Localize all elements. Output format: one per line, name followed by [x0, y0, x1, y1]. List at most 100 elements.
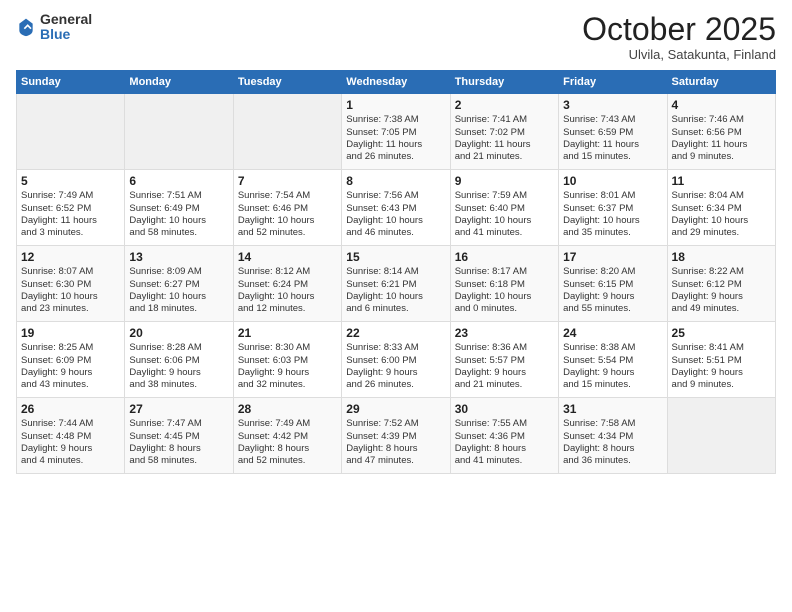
day-info: Sunrise: 8:25 AM — [21, 342, 120, 354]
calendar-cell: 14Sunrise: 8:12 AMSunset: 6:24 PMDayligh… — [233, 246, 341, 322]
calendar-cell — [125, 94, 233, 170]
col-saturday: Saturday — [667, 71, 775, 94]
calendar-cell: 28Sunrise: 7:49 AMSunset: 4:42 PMDayligh… — [233, 398, 341, 474]
day-number: 7 — [238, 174, 337, 188]
title-section: October 2025 Ulvila, Satakunta, Finland — [582, 12, 776, 62]
day-info: and 38 minutes. — [129, 379, 228, 391]
day-info: Daylight: 11 hours — [346, 139, 445, 151]
day-info: Sunrise: 8:38 AM — [563, 342, 662, 354]
calendar-cell: 21Sunrise: 8:30 AMSunset: 6:03 PMDayligh… — [233, 322, 341, 398]
day-info: Daylight: 9 hours — [672, 367, 771, 379]
header-row-days: Sunday Monday Tuesday Wednesday Thursday… — [17, 71, 776, 94]
calendar-cell: 11Sunrise: 8:04 AMSunset: 6:34 PMDayligh… — [667, 170, 775, 246]
day-info: Sunset: 6:34 PM — [672, 203, 771, 215]
day-number: 19 — [21, 326, 120, 340]
day-info: Sunset: 6:12 PM — [672, 279, 771, 291]
day-info: Daylight: 11 hours — [21, 215, 120, 227]
day-info: Sunrise: 7:51 AM — [129, 190, 228, 202]
day-info: and 23 minutes. — [21, 303, 120, 315]
day-info: Sunrise: 8:12 AM — [238, 266, 337, 278]
day-number: 27 — [129, 402, 228, 416]
logo: General Blue — [16, 12, 92, 43]
location-subtitle: Ulvila, Satakunta, Finland — [582, 47, 776, 62]
day-info: Sunset: 4:36 PM — [455, 431, 554, 443]
day-info: and 41 minutes. — [455, 227, 554, 239]
day-info: Sunset: 6:49 PM — [129, 203, 228, 215]
day-info: Sunset: 6:24 PM — [238, 279, 337, 291]
day-number: 9 — [455, 174, 554, 188]
day-info: Daylight: 8 hours — [455, 443, 554, 455]
day-info: and 6 minutes. — [346, 303, 445, 315]
day-info: Sunrise: 7:58 AM — [563, 418, 662, 430]
day-info: Sunset: 6:00 PM — [346, 355, 445, 367]
day-number: 3 — [563, 98, 662, 112]
calendar-body: 1Sunrise: 7:38 AMSunset: 7:05 PMDaylight… — [17, 94, 776, 474]
day-info: Sunrise: 7:47 AM — [129, 418, 228, 430]
day-number: 30 — [455, 402, 554, 416]
day-number: 5 — [21, 174, 120, 188]
day-info: Daylight: 10 hours — [455, 291, 554, 303]
day-number: 29 — [346, 402, 445, 416]
day-number: 22 — [346, 326, 445, 340]
day-info: Daylight: 9 hours — [672, 291, 771, 303]
calendar-cell: 8Sunrise: 7:56 AMSunset: 6:43 PMDaylight… — [342, 170, 450, 246]
day-info: Sunrise: 8:09 AM — [129, 266, 228, 278]
day-info: and 35 minutes. — [563, 227, 662, 239]
day-info: and 4 minutes. — [21, 455, 120, 467]
day-number: 25 — [672, 326, 771, 340]
day-info: Sunrise: 8:36 AM — [455, 342, 554, 354]
day-info: Daylight: 10 hours — [346, 291, 445, 303]
day-info: Sunset: 6:06 PM — [129, 355, 228, 367]
day-number: 11 — [672, 174, 771, 188]
day-info: Sunset: 6:15 PM — [563, 279, 662, 291]
day-info: Sunset: 6:27 PM — [129, 279, 228, 291]
calendar-cell: 10Sunrise: 8:01 AMSunset: 6:37 PMDayligh… — [559, 170, 667, 246]
calendar-cell — [233, 94, 341, 170]
day-number: 21 — [238, 326, 337, 340]
day-info: Daylight: 10 hours — [238, 215, 337, 227]
col-monday: Monday — [125, 71, 233, 94]
day-number: 31 — [563, 402, 662, 416]
day-info: and 58 minutes. — [129, 455, 228, 467]
calendar-cell: 6Sunrise: 7:51 AMSunset: 6:49 PMDaylight… — [125, 170, 233, 246]
calendar-cell: 5Sunrise: 7:49 AMSunset: 6:52 PMDaylight… — [17, 170, 125, 246]
day-info: and 21 minutes. — [455, 379, 554, 391]
day-info: Sunrise: 8:30 AM — [238, 342, 337, 354]
day-info: Sunset: 7:05 PM — [346, 127, 445, 139]
day-number: 1 — [346, 98, 445, 112]
day-number: 23 — [455, 326, 554, 340]
logo-text: General Blue — [40, 12, 92, 43]
day-number: 13 — [129, 250, 228, 264]
day-info: Daylight: 8 hours — [346, 443, 445, 455]
calendar-cell: 3Sunrise: 7:43 AMSunset: 6:59 PMDaylight… — [559, 94, 667, 170]
calendar-cell: 15Sunrise: 8:14 AMSunset: 6:21 PMDayligh… — [342, 246, 450, 322]
day-info: and 41 minutes. — [455, 455, 554, 467]
month-title: October 2025 — [582, 12, 776, 47]
day-info: Sunrise: 8:33 AM — [346, 342, 445, 354]
day-info: Daylight: 9 hours — [563, 291, 662, 303]
day-info: Sunset: 6:30 PM — [21, 279, 120, 291]
day-number: 4 — [672, 98, 771, 112]
day-info: Sunrise: 7:56 AM — [346, 190, 445, 202]
calendar-header: Sunday Monday Tuesday Wednesday Thursday… — [17, 71, 776, 94]
day-info: Daylight: 10 hours — [455, 215, 554, 227]
day-info: and 58 minutes. — [129, 227, 228, 239]
day-info: Sunrise: 8:07 AM — [21, 266, 120, 278]
day-info: Daylight: 9 hours — [346, 367, 445, 379]
day-number: 16 — [455, 250, 554, 264]
day-info: Sunrise: 7:38 AM — [346, 114, 445, 126]
day-info: Sunrise: 8:17 AM — [455, 266, 554, 278]
day-info: Sunset: 4:48 PM — [21, 431, 120, 443]
day-info: Sunrise: 8:04 AM — [672, 190, 771, 202]
day-info: and 47 minutes. — [346, 455, 445, 467]
day-info: Daylight: 9 hours — [21, 367, 120, 379]
day-number: 8 — [346, 174, 445, 188]
day-info: Daylight: 8 hours — [563, 443, 662, 455]
day-info: Sunrise: 7:49 AM — [238, 418, 337, 430]
calendar-cell: 29Sunrise: 7:52 AMSunset: 4:39 PMDayligh… — [342, 398, 450, 474]
calendar-cell: 12Sunrise: 8:07 AMSunset: 6:30 PMDayligh… — [17, 246, 125, 322]
day-info: Sunset: 6:18 PM — [455, 279, 554, 291]
day-info: and 3 minutes. — [21, 227, 120, 239]
day-info: and 26 minutes. — [346, 379, 445, 391]
calendar-cell: 18Sunrise: 8:22 AMSunset: 6:12 PMDayligh… — [667, 246, 775, 322]
